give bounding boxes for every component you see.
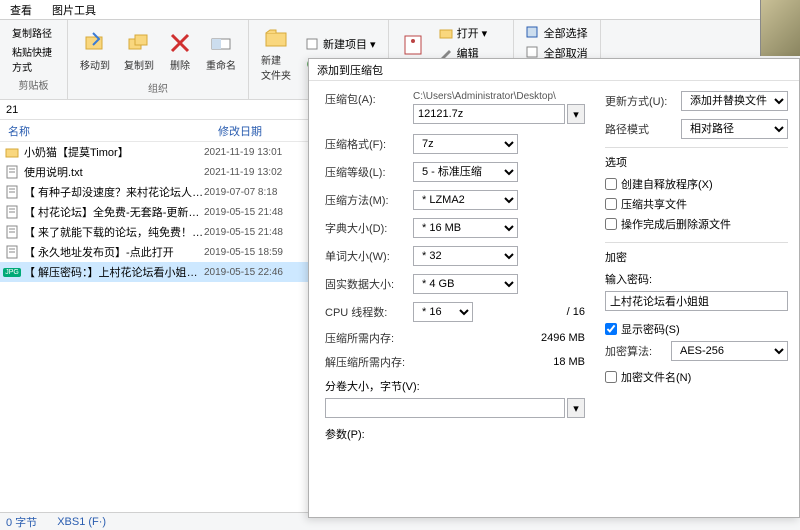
cpu-total: / 16 [567, 306, 585, 318]
status-drive: XBS1 (F·) [57, 516, 106, 528]
archive-path: C:\Users\Administrator\Desktop\ [413, 91, 585, 102]
dict-label: 字典大小(D): [325, 220, 407, 236]
pathmode-label: 路径模式 [605, 121, 675, 137]
breadcrumb-segment[interactable]: 21 [6, 104, 18, 116]
password-input[interactable] [605, 291, 788, 311]
tab-view[interactable]: 查看 [0, 0, 42, 19]
file-date: 2021-11-19 13:01 [204, 147, 282, 158]
copy-path[interactable]: 复制路径 [8, 24, 56, 41]
split-label: 分卷大小，字节(V): [325, 378, 420, 394]
folder-icon [4, 144, 20, 160]
file-name: 小奶猫【提莫Timor】 [24, 144, 204, 160]
file-date: 2019-05-15 18:59 [204, 247, 283, 258]
solid-select[interactable]: * 4 GB [413, 274, 518, 294]
opt-sfx-checkbox[interactable]: 创建自释放程序(X) [605, 176, 788, 192]
encmethod-select[interactable]: AES-256 [671, 341, 788, 361]
rename-button[interactable]: 重命名 [202, 29, 240, 74]
new-item-icon [305, 37, 319, 51]
mem-comp-label: 压缩所需内存: [325, 330, 445, 346]
add-to-archive-dialog: 添加到压缩包 压缩包(A): C:\Users\Administrator\De… [308, 58, 800, 518]
file-date: 2019-07-07 8:18 [204, 187, 277, 198]
tab-picture-tools[interactable]: 图片工具 [42, 0, 106, 19]
word-select[interactable]: * 32 [413, 246, 518, 266]
paste-shortcut[interactable]: 粘贴快捷方式 [8, 43, 59, 75]
open-icon [439, 26, 453, 40]
new-item-menu[interactable]: 新建项目 ▾ [301, 35, 380, 53]
file-name: 【 解压密码：】上村花论坛看小姐姐.jpg [24, 264, 204, 280]
word-label: 单词大小(W): [325, 248, 407, 264]
update-select[interactable]: 添加并替换文件 [681, 91, 788, 111]
mem-decomp-label: 解压缩所需内存: [325, 354, 445, 370]
group-clipboard-label: 剪贴板 [19, 77, 49, 92]
rename-icon [209, 31, 233, 55]
encmethod-label: 加密算法: [605, 343, 665, 359]
file-date: 2019-05-15 21:48 [204, 227, 283, 238]
status-bytes: 0 字节 [6, 514, 37, 530]
split-input[interactable] [325, 398, 565, 418]
file-name: 【 永久地址发布页】-点此打开 [24, 244, 204, 260]
update-label: 更新方式(U): [605, 93, 675, 109]
cpu-label: CPU 线程数: [325, 304, 407, 320]
copy-to-button[interactable]: 复制到 [120, 29, 158, 74]
file-name: 【 有种子却没速度？来村花论坛人工加… [24, 184, 204, 200]
select-all[interactable]: 全部选择 [522, 24, 592, 42]
show-password-checkbox[interactable]: 显示密码(S) [605, 321, 788, 337]
delete-icon [168, 31, 192, 55]
format-label: 压缩格式(F): [325, 136, 407, 152]
select-all-icon [526, 26, 540, 40]
solid-label: 固实数据大小: [325, 276, 407, 292]
file-name: 【 村花论坛】全免费-无套路-更新快.txt [24, 204, 204, 220]
dialog-title: 添加到压缩包 [309, 59, 799, 81]
opt-delete-after-checkbox[interactable]: 操作完成后删除源文件 [605, 216, 788, 232]
archive-label: 压缩包(A): [325, 91, 407, 107]
file-date: 2019-05-15 21:48 [204, 207, 283, 218]
file-date: 2021-11-19 13:02 [204, 167, 282, 178]
copy-to-icon [127, 31, 151, 55]
params-label: 参数(P): [325, 426, 365, 442]
archive-dropdown-button[interactable]: ▾ [567, 104, 585, 124]
dict-select[interactable]: * 16 MB [413, 218, 518, 238]
file-name: 使用说明.txt [24, 164, 204, 180]
method-label: 压缩方法(M): [325, 192, 407, 208]
encrypt-names-checkbox[interactable]: 加密文件名(N) [605, 369, 788, 385]
level-select[interactable]: 5 - 标准压缩 [413, 162, 518, 182]
text-file-icon [4, 184, 20, 200]
level-label: 压缩等级(L): [325, 164, 407, 180]
text-file-icon [4, 204, 20, 220]
text-file-icon [4, 164, 20, 180]
mem-comp-value: 2496 MB [451, 332, 585, 344]
split-dropdown-button[interactable]: ▾ [567, 398, 585, 418]
move-to-button[interactable]: 移动到 [76, 29, 114, 74]
column-header-name[interactable]: 名称 [0, 120, 210, 141]
options-title: 选项 [605, 154, 788, 170]
encryption-title: 加密 [605, 249, 788, 265]
image-icon: JPG [4, 264, 20, 280]
open-menu[interactable]: 打开 ▾ [435, 24, 505, 42]
method-select[interactable]: * LZMA2 [413, 190, 518, 210]
pathmode-select[interactable]: 相对路径 [681, 119, 788, 139]
format-select[interactable]: 7z [413, 134, 518, 154]
properties-icon [401, 33, 425, 57]
cpu-select[interactable]: * 16 [413, 302, 473, 322]
new-folder-button[interactable]: 新建 文件夹 [257, 24, 295, 84]
archive-name-input[interactable] [413, 104, 565, 124]
file-date: 2019-05-15 22:46 [204, 267, 283, 278]
group-organize-label: 组织 [148, 80, 168, 95]
new-folder-icon [264, 26, 288, 50]
column-header-date[interactable]: 修改日期 [210, 120, 271, 141]
file-name: 【 来了就能下载的论坛，纯免费！】.txt [24, 224, 204, 240]
overlay-image-strip [760, 0, 800, 56]
opt-share-checkbox[interactable]: 压缩共享文件 [605, 196, 788, 212]
move-to-icon [83, 31, 107, 55]
mem-decomp-value: 18 MB [451, 356, 585, 368]
delete-button[interactable]: 删除 [164, 29, 196, 74]
text-file-icon [4, 244, 20, 260]
password-label: 输入密码: [605, 271, 788, 287]
text-file-icon [4, 224, 20, 240]
